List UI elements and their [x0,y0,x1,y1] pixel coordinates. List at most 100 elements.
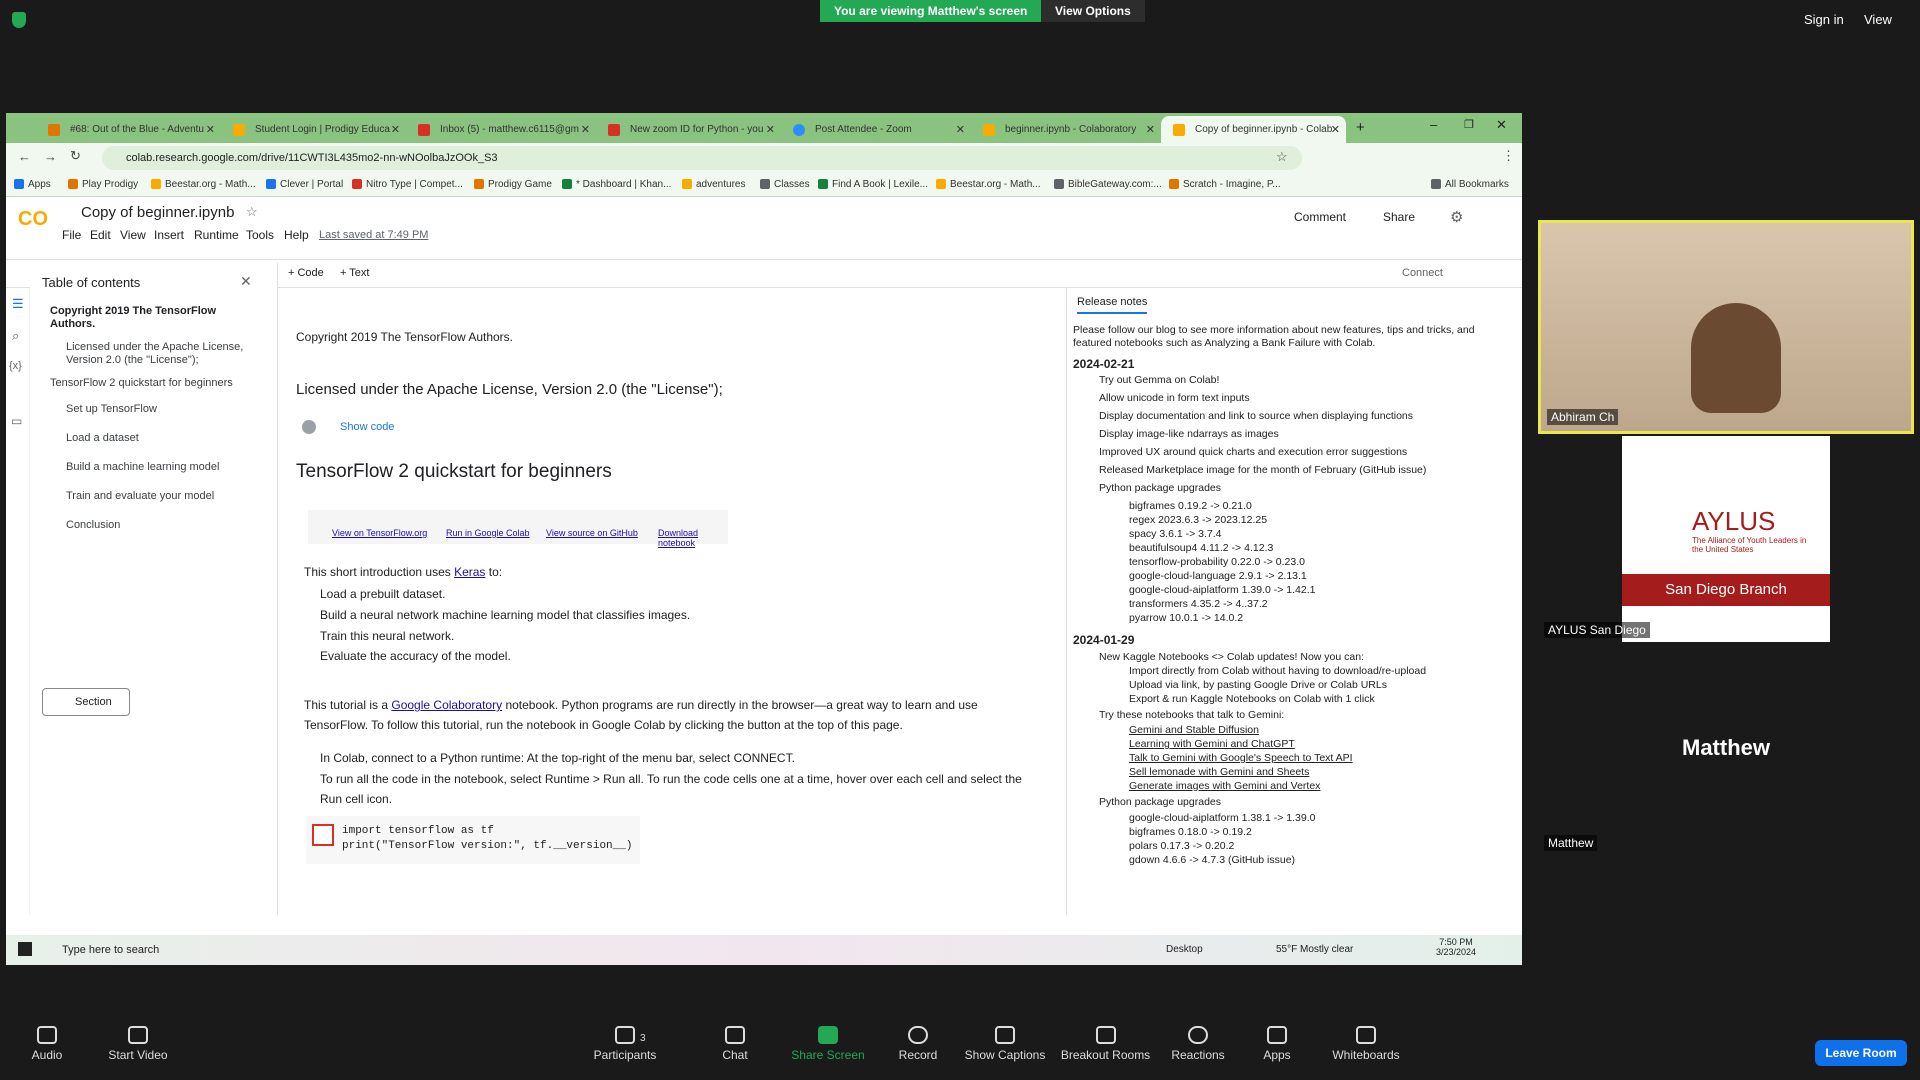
colab-logo-icon[interactable]: CO [18,208,48,231]
whiteboards-button[interactable]: Whiteboards [1326,1026,1406,1062]
gemini-link[interactable]: Talk to Gemini with Google's Speech to T… [1129,752,1353,765]
bookmark-item[interactable]: Beestar.org - Math... [151,179,256,190]
bookmark-item[interactable]: Nitro Type | Compet... [352,179,463,190]
toc-item[interactable]: TensorFlow 2 quickstart for beginners [50,377,260,390]
view-on-tensorflow-link[interactable]: View on TensorFlow.org [332,528,427,538]
windows-start-icon[interactable] [18,942,32,956]
more-icon[interactable]: ⋮ [1502,148,1515,164]
close-icon[interactable]: ✕ [391,123,400,136]
clock[interactable]: 7:50 PM 3/23/2024 [1436,937,1476,957]
toc-item[interactable]: Conclusion [66,519,120,532]
view-options-button[interactable]: View Options [1041,0,1145,22]
toc-item[interactable]: Load a dataset [66,432,139,445]
close-icon[interactable]: ✕ [766,123,775,136]
browser-tab[interactable]: beginner.ipynb - Colaboratory ✕ [971,116,1161,143]
minimize-icon[interactable]: – [1430,117,1437,132]
view-on-github-link[interactable]: View source on GitHub [546,528,638,538]
heading-license[interactable]: Licensed under the Apache License, Versi… [296,381,723,398]
add-section-button[interactable]: Section [42,688,130,716]
add-text-button[interactable]: + Text [340,267,369,279]
url-input[interactable]: colab.research.google.com/drive/11CWTI3L… [102,146,1302,170]
gemini-link[interactable]: Gemini and Stable Diffusion [1129,724,1259,737]
close-icon[interactable]: ✕ [956,123,965,136]
menu-help[interactable]: Help [284,228,309,242]
bookmark-item[interactable]: Beestar.org - Math... [936,179,1041,190]
bookmark-item[interactable]: Play Prodigy [68,179,138,190]
folder-icon[interactable]: ▭ [11,414,22,428]
browser-tab[interactable]: Inbox (5) - matthew.c6115@gm ✕ [406,116,596,143]
last-saved-link[interactable]: Last saved at 7:49 PM [319,229,428,241]
menu-edit[interactable]: Edit [90,228,111,242]
new-tab-icon[interactable]: + [1356,119,1365,136]
gemini-link[interactable]: Learning with Gemini and ChatGPT [1129,738,1295,751]
bookmark-item[interactable]: Classes [760,179,810,190]
toc-item[interactable]: Build a machine learning model [66,461,219,474]
heading-copyright[interactable]: Copyright 2019 The TensorFlow Authors. [296,330,513,344]
gear-icon[interactable]: ⚙ [1450,208,1463,226]
bookmark-item[interactable]: Clever | Portal [266,179,343,190]
forward-icon[interactable]: → [44,149,57,164]
start-video-button[interactable]: Start Video [98,1026,178,1062]
toc-item[interactable]: Train and evaluate your model [66,490,214,503]
notebook-title[interactable]: Copy of beginner.ipynb [81,204,234,221]
heading-quickstart[interactable]: TensorFlow 2 quickstart for beginners [296,461,612,483]
leave-room-button[interactable]: Leave Room [1815,1040,1907,1066]
record-button[interactable]: Record [893,1026,943,1062]
view-button[interactable]: View [1864,12,1892,27]
bookmark-item[interactable]: Apps [14,179,51,190]
audio-button[interactable]: Audio [22,1026,72,1062]
taskbar-search-input[interactable]: Type here to search [38,935,188,965]
toc-item[interactable]: Copyright 2019 The TensorFlow Authors. [50,305,220,331]
run-cell-icon[interactable] [302,420,316,434]
desktop-label[interactable]: Desktop [1166,944,1203,955]
add-code-button[interactable]: + Code [288,267,324,279]
close-icon[interactable]: ✕ [240,273,252,290]
download-notebook-link[interactable]: Download notebook [658,528,728,548]
bookmark-item[interactable]: * Dashboard | Khan... [562,179,671,190]
back-icon[interactable]: ← [18,149,31,164]
run-in-colab-link[interactable]: Run in Google Colab [446,528,530,538]
gemini-link[interactable]: Sell lemonade with Gemini and Sheets [1129,766,1309,779]
browser-tab[interactable]: Student Login | Prodigy Educa ✕ [221,116,406,143]
share-button[interactable]: Share [1383,210,1415,224]
star-icon[interactable]: ☆ [246,204,258,220]
browser-tab[interactable]: Post Attendee - Zoom ✕ [781,116,971,143]
breakout-rooms-button[interactable]: Breakout Rooms [1058,1026,1153,1062]
close-icon[interactable]: ✕ [206,123,215,136]
release-notes-tab[interactable]: Release notes [1077,296,1148,314]
run-cell-icon[interactable] [312,824,334,846]
show-code-link[interactable]: Show code [340,421,394,433]
menu-insert[interactable]: Insert [154,228,184,242]
toc-item[interactable]: Licensed under the Apache License, Versi… [66,341,246,367]
sign-in-link[interactable]: Sign in [1804,12,1844,27]
variables-icon[interactable]: {x} [9,360,22,372]
gemini-link[interactable]: Generate images with Gemini and Vertex [1129,780,1320,793]
close-icon[interactable]: ✕ [1331,123,1340,136]
browser-tab[interactable]: #68: Out of the Blue - Adventu ✕ [36,116,221,143]
toc-item[interactable]: Set up TensorFlow [66,403,157,416]
close-window-icon[interactable]: ✕ [1496,117,1507,133]
code-cell[interactable]: import tensorflow as tf print("TensorFlo… [306,816,640,864]
close-icon[interactable]: ✕ [581,123,590,136]
menu-file[interactable]: File [62,228,81,242]
bookmark-item[interactable]: BibleGateway.com:... [1054,179,1162,190]
browser-tab[interactable]: New zoom ID for Python - you ✕ [596,116,781,143]
connect-button[interactable]: Connect [1402,267,1443,279]
menu-runtime[interactable]: Runtime [194,228,239,242]
menu-tools[interactable]: Tools [246,228,274,242]
bookmark-item[interactable]: Scratch - Imagine, P... [1169,179,1281,190]
show-captions-button[interactable]: Show Captions [960,1026,1050,1062]
reload-icon[interactable]: ↻ [70,148,81,164]
bookmark-item[interactable]: Prodigy Game [474,179,552,190]
keras-link[interactable]: Keras [454,565,485,579]
search-icon[interactable]: ⌕ [12,328,19,344]
colaboratory-link[interactable]: Google Colaboratory [391,698,502,712]
close-icon[interactable]: ✕ [1146,123,1155,136]
menu-view[interactable]: View [120,228,146,242]
apps-button[interactable]: Apps [1252,1026,1302,1062]
reactions-button[interactable]: Reactions [1168,1026,1228,1062]
share-screen-button[interactable]: Share Screen [788,1026,868,1062]
weather-text[interactable]: 55°F Mostly clear [1276,944,1353,955]
bookmark-item[interactable]: adventures [682,179,745,190]
all-bookmarks[interactable]: All Bookmarks [1431,179,1509,190]
